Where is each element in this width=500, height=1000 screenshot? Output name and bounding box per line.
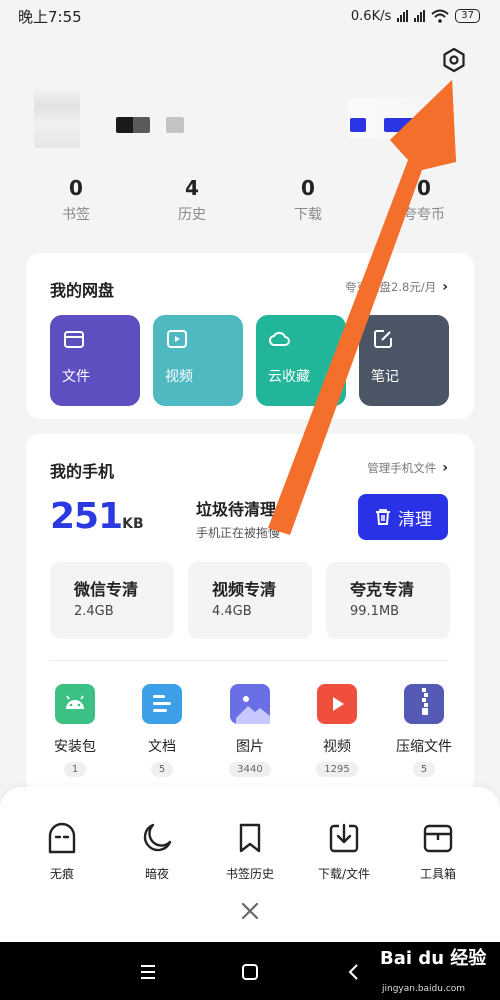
avatar[interactable] bbox=[34, 88, 80, 148]
chevron-right-icon: › bbox=[442, 460, 448, 476]
home-icon[interactable] bbox=[238, 960, 262, 984]
category-documents[interactable]: 文档 5 bbox=[122, 684, 202, 777]
junk-title: 垃圾待清理 bbox=[196, 500, 277, 519]
settings-button[interactable] bbox=[440, 46, 468, 74]
signal-icon bbox=[414, 10, 426, 22]
toolbox-icon bbox=[423, 824, 453, 853]
video-icon bbox=[317, 684, 357, 724]
username-blur bbox=[166, 117, 184, 133]
status-time: 晚上7:55 bbox=[18, 7, 82, 26]
disk-tile-video[interactable]: 视频 bbox=[153, 315, 243, 406]
cloud-disk-promo-link[interactable]: 夸克网盘2.8元/月 › bbox=[345, 279, 448, 295]
close-icon[interactable] bbox=[238, 899, 262, 923]
status-bar: 晚上7:55 0.6K/s 37 bbox=[0, 0, 500, 32]
edit-icon bbox=[374, 330, 392, 348]
cloud-disk-title: 我的网盘 bbox=[50, 281, 115, 300]
my-phone-title: 我的手机 bbox=[50, 462, 115, 481]
cloud-icon bbox=[268, 331, 290, 346]
incognito-button[interactable]: 无痕 bbox=[22, 821, 102, 882]
signal-icon bbox=[397, 10, 409, 22]
status-indicators: 0.6K/s 37 bbox=[351, 9, 480, 24]
android-icon bbox=[55, 684, 95, 724]
cloud-disk-card: 我的网盘 夸克网盘2.8元/月 › 文件 视频 云收藏 笔记 bbox=[26, 253, 474, 419]
wechat-clean-tile[interactable]: 微信专清 2.4GB bbox=[50, 562, 174, 639]
back-icon[interactable] bbox=[342, 960, 366, 984]
bookmark-history-button[interactable]: 书签历史 bbox=[210, 821, 290, 882]
category-archives[interactable]: 压缩文件 5 bbox=[384, 684, 464, 777]
disk-tile-files[interactable]: 文件 bbox=[50, 315, 140, 406]
disk-tile-cloud-favorites[interactable]: 云收藏 bbox=[256, 315, 346, 406]
gear-icon bbox=[443, 47, 465, 73]
divider bbox=[50, 660, 448, 661]
zip-icon bbox=[404, 684, 444, 724]
manage-phone-files-link[interactable]: 管理手机文件 › bbox=[367, 460, 448, 476]
quark-clean-tile[interactable]: 夸克专清 99.1MB bbox=[326, 562, 450, 639]
my-phone-card: 我的手机 管理手机文件 › 251KB 垃圾待清理 手机正在被拖慢 清理 微信专… bbox=[26, 434, 474, 794]
night-mode-button[interactable]: 暗夜 bbox=[117, 821, 197, 882]
document-icon bbox=[142, 684, 182, 724]
menu-icon[interactable] bbox=[136, 960, 160, 984]
download-files-button[interactable]: 下载/文件 bbox=[304, 821, 384, 882]
stats-row: 0 书签 4 历史 0 下载 0 夸夸币 bbox=[0, 176, 500, 224]
download-icon bbox=[329, 823, 359, 853]
disk-tile-notes[interactable]: 笔记 bbox=[359, 315, 449, 406]
stat-coins[interactable]: 0 夸夸币 bbox=[384, 176, 464, 224]
play-icon bbox=[167, 330, 187, 348]
incognito-icon bbox=[48, 822, 76, 854]
chevron-right-icon: › bbox=[442, 279, 448, 295]
bottom-sheet-menu: 无痕 暗夜 书签历史 下载/文件 工具箱 bbox=[0, 787, 500, 942]
clean-button[interactable]: 清理 bbox=[358, 494, 448, 540]
stat-history[interactable]: 4 历史 bbox=[152, 176, 232, 224]
junk-subtitle: 手机正在被拖慢 bbox=[196, 526, 281, 540]
battery-indicator: 37 bbox=[455, 9, 480, 23]
toolbox-button[interactable]: 工具箱 bbox=[398, 821, 478, 882]
network-speed: 0.6K/s bbox=[350, 8, 392, 24]
category-videos[interactable]: 视频 1295 bbox=[297, 684, 377, 777]
watermark-url: jingyan.baidu.com bbox=[382, 984, 466, 994]
category-apk[interactable]: 安装包 1 bbox=[35, 684, 115, 777]
baidu-watermark: Bai du 经验 bbox=[380, 948, 487, 969]
junk-size: 251KB bbox=[50, 496, 144, 537]
moon-icon bbox=[143, 823, 172, 852]
membership-blur bbox=[384, 118, 414, 132]
stat-downloads[interactable]: 0 下载 bbox=[232, 176, 384, 224]
image-icon bbox=[230, 684, 270, 724]
username-blur bbox=[116, 117, 150, 133]
category-images[interactable]: 图片 3440 bbox=[210, 684, 290, 777]
trash-icon bbox=[376, 509, 390, 525]
folder-icon bbox=[64, 331, 84, 348]
bookmark-icon bbox=[239, 823, 261, 853]
membership-blur bbox=[350, 118, 366, 132]
stat-bookmarks[interactable]: 0 书签 bbox=[0, 176, 152, 224]
video-clean-tile[interactable]: 视频专清 4.4GB bbox=[188, 562, 312, 639]
wifi-icon bbox=[431, 9, 449, 23]
